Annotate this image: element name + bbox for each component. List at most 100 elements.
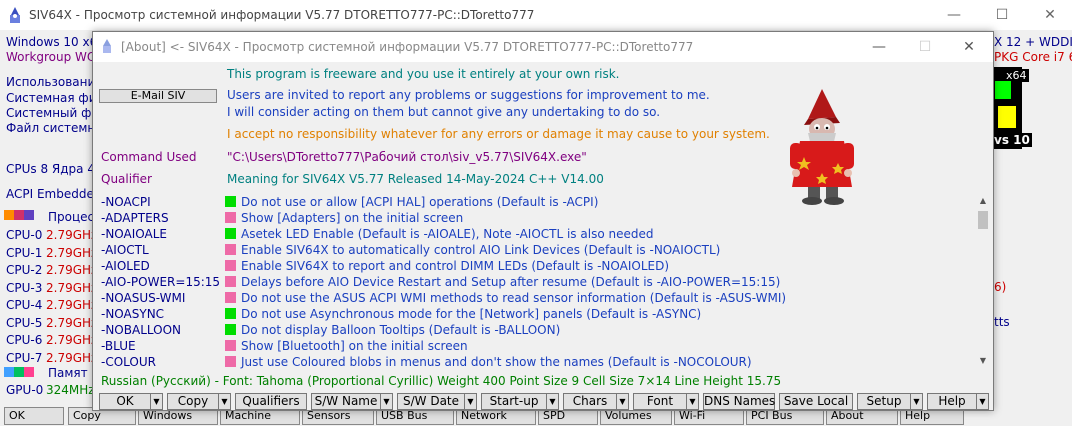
bg-right-text: tts: [994, 315, 1010, 329]
gpu-clock: 324MHz: [46, 383, 95, 397]
cpu-label: CPU-4: [6, 298, 43, 312]
minimize-icon[interactable]: —: [865, 36, 893, 58]
dropdown-arrow-icon[interactable]: ▼: [686, 394, 698, 409]
ok-button[interactable]: OK ▼: [99, 393, 163, 410]
main-ok-button[interactable]: OK: [4, 407, 64, 425]
copy-button[interactable]: Copy ▼: [167, 393, 231, 410]
qualifier-name: -AIO-POWER=15:15: [101, 275, 221, 289]
bg-usage-line: Использование: [6, 75, 103, 89]
scrollbar-thumb[interactable]: [978, 211, 988, 229]
dialog-titlebar: [About] <- SIV64X - Просмотр системной и…: [93, 32, 993, 62]
memory-blob-icon: [24, 367, 34, 377]
qualifier-name: -AIOCTL: [101, 243, 149, 257]
bg-acpi-line: ACPI Embedded: [6, 187, 102, 201]
cpu-clock: 2.79GHz: [46, 351, 98, 365]
dropdown-arrow-icon[interactable]: ▼: [150, 394, 162, 409]
help-button[interactable]: Help ▼: [927, 393, 989, 410]
qualifier-description: Show [Adapters] on the initial screen: [241, 211, 464, 225]
maximize-icon: ☐: [918, 39, 932, 55]
maximize-icon[interactable]: ☐: [988, 4, 1016, 26]
chars-button[interactable]: Chars ▼: [563, 393, 629, 410]
dropdown-arrow-icon[interactable]: ▼: [546, 394, 558, 409]
qualifier-name: -ADAPTERS: [101, 211, 169, 225]
cpu-row: CPU-6 2.79GHz: [6, 333, 97, 347]
font-info: Russian (Русский) - Font: Tahoma (Propor…: [101, 374, 782, 388]
qualifier-scrollbar[interactable]: ▲ ▼: [975, 193, 991, 369]
cpu-label: CPU-5: [6, 316, 43, 330]
cpu-clock: 2.79GHz: [46, 263, 98, 277]
process-blob-icon: [14, 210, 24, 220]
status-blob-icon: [225, 324, 236, 335]
cpu-label: CPU-7: [6, 351, 43, 365]
command-used-label: Command Used: [101, 150, 197, 164]
scroll-down-icon[interactable]: ▼: [977, 355, 989, 367]
status-blob-icon: [225, 228, 236, 239]
qualifier-description: Enable SIV64X to automatically control A…: [241, 243, 721, 257]
invite-line-2: I will consider acting on them but canno…: [227, 105, 661, 119]
windows-version-badge: vs 10: [992, 133, 1032, 147]
email-siv-button[interactable]: E-Mail SIV: [99, 89, 217, 103]
dropdown-arrow-icon[interactable]: ▼: [910, 394, 922, 409]
startup-button[interactable]: Start-up ▼: [481, 393, 559, 410]
qualifier-name: -NOASYNC: [101, 307, 165, 321]
cpu-label: CPU-0: [6, 228, 43, 242]
dropdown-arrow-icon[interactable]: ▼: [616, 394, 628, 409]
help-button-label: Help: [938, 394, 966, 408]
dropdown-arrow-icon[interactable]: ▼: [380, 394, 392, 409]
qualifier-list[interactable]: -NOACPI Do not use or allow [ACPI HAL] op…: [99, 193, 979, 369]
sw-date-button[interactable]: S/W Date ▼: [397, 393, 477, 410]
font-button-label: Font: [646, 394, 674, 408]
qualifier-description: Enable SIV64X to report and control DIMM…: [241, 259, 670, 273]
save-local-button[interactable]: Save Local: [779, 393, 853, 410]
status-blob-icon: [225, 276, 236, 287]
setup-button-label: Setup: [866, 394, 902, 408]
bg-sysfile2-line: Файл системно: [6, 121, 103, 135]
disclaimer: I accept no responsibility whatever for …: [227, 127, 770, 141]
dropdown-arrow-icon[interactable]: ▼: [976, 394, 988, 409]
qualifier-description: Asetek LED Enable (Default is -AIOALE), …: [241, 227, 654, 241]
startup-button-label: Start-up: [489, 394, 539, 408]
cpu-clock: 2.79GHz: [46, 333, 98, 347]
command-used-value: "C:\Users\DToretto777\Рабочий стол\siv_v…: [227, 150, 587, 164]
sw-name-button[interactable]: S/W Name ▼: [311, 393, 393, 410]
minimize-icon[interactable]: —: [940, 4, 968, 26]
status-blob-icon: [225, 308, 236, 319]
qualifier-row[interactable]: -COLOUR Just use Coloured blobs in menus …: [99, 353, 979, 369]
dropdown-arrow-icon[interactable]: ▼: [218, 394, 230, 409]
bg-cpus-line: CPUs 8 Ядра 4 (: [6, 162, 104, 176]
qualifier-description: Do not use the ASUS ACPI WMI methods to …: [241, 291, 787, 305]
qualifier-description: Just use Coloured blobs in menus and don…: [241, 355, 752, 369]
main-titlebar: SIV64X - Просмотр системной информации V…: [0, 0, 1072, 30]
cpu-row: CPU-3 2.79GHz: [6, 281, 97, 295]
setup-button[interactable]: Setup ▼: [857, 393, 923, 410]
cpu-clock: 2.79GHz: [46, 246, 98, 260]
siv-wizard-logo-icon: [103, 39, 111, 53]
cpu-row: CPU-7 2.79GHz: [6, 351, 97, 365]
main-window-title: SIV64X - Просмотр системной информации V…: [29, 8, 535, 22]
font-button[interactable]: Font ▼: [633, 393, 699, 410]
cpu-label: CPU-6: [6, 333, 43, 347]
bg-os-line: Windows 10 x6: [6, 35, 98, 49]
qualifier-name: -NOBALLOON: [101, 323, 182, 337]
siv-wizard-mascot-icon: [790, 89, 854, 205]
status-blob-icon: [225, 292, 236, 303]
bg-right-cpu: PKG Core i7 62: [994, 50, 1072, 64]
close-icon[interactable]: ✕: [1036, 4, 1064, 26]
scroll-up-icon[interactable]: ▲: [977, 195, 989, 207]
close-icon[interactable]: ✕: [955, 36, 983, 58]
chars-button-label: Chars: [572, 394, 608, 408]
cpu-clock: 2.79GHz: [46, 281, 98, 295]
dialog-title: [About] <- SIV64X - Просмотр системной и…: [121, 40, 694, 54]
status-blob-icon: [225, 244, 236, 255]
qualifiers-button[interactable]: Qualifiers: [235, 393, 307, 410]
qualifier-name: -BLUE: [101, 339, 136, 353]
status-blob-icon: [225, 196, 236, 207]
dns-names-button[interactable]: DNS Names: [703, 393, 775, 410]
dropdown-arrow-icon[interactable]: ▼: [464, 394, 476, 409]
copy-button-label: Copy: [177, 394, 209, 408]
gpu-row: GPU-0 324MHz: [6, 383, 95, 397]
bg-workgroup-line: Workgroup WO: [6, 50, 97, 64]
status-blob-icon: [225, 260, 236, 271]
cpu-clock: 2.79GHz: [46, 228, 98, 242]
qualifier-name: -NOAIOALE: [101, 227, 167, 241]
